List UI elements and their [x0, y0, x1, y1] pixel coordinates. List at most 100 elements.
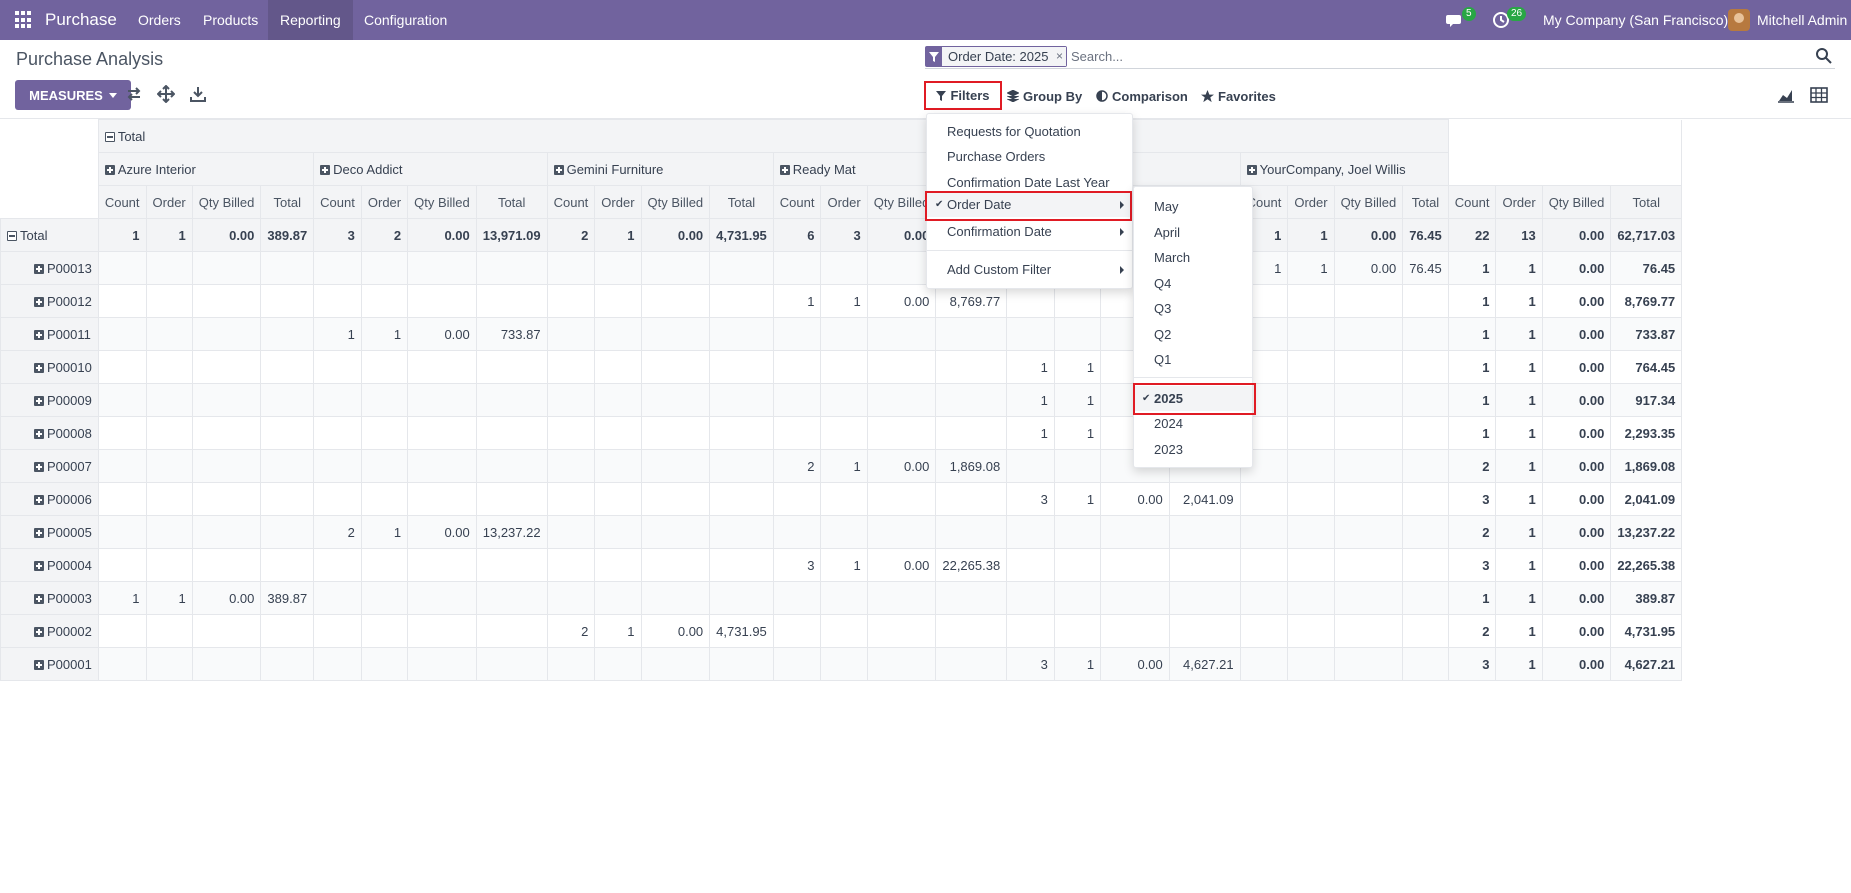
- pivot-cell[interactable]: [260, 350, 315, 384]
- pivot-measure-header[interactable]: Order: [360, 185, 409, 219]
- pivot-cell[interactable]: [709, 581, 774, 615]
- pivot-cell[interactable]: [640, 251, 711, 285]
- pivot-cell[interactable]: 3: [313, 218, 362, 252]
- pivot-cell[interactable]: [191, 416, 262, 450]
- pivot-cell[interactable]: [1333, 515, 1404, 549]
- pivot-measure-header[interactable]: Qty Billed: [1333, 185, 1404, 219]
- pivot-measure-header[interactable]: Qty Billed: [640, 185, 711, 219]
- pivot-col-vendor-header[interactable]: Gemini Furniture: [546, 152, 774, 186]
- pivot-cell[interactable]: [475, 350, 548, 384]
- pivot-cell[interactable]: 3: [1006, 647, 1055, 681]
- pivot-cell[interactable]: [935, 647, 1008, 681]
- pivot-row-header[interactable]: P00001: [0, 647, 99, 681]
- pivot-cell[interactable]: [1168, 515, 1241, 549]
- group-by-button[interactable]: Group By: [1007, 82, 1082, 110]
- pivot-cell[interactable]: [935, 482, 1008, 516]
- pivot-cell[interactable]: [97, 449, 147, 483]
- pivot-cell[interactable]: [97, 350, 147, 384]
- pivot-cell[interactable]: 1: [1447, 383, 1497, 417]
- pivot-cell[interactable]: 1: [1287, 251, 1335, 285]
- pivot-cell[interactable]: [709, 416, 774, 450]
- pivot-cell[interactable]: 1: [1053, 350, 1102, 384]
- pivot-cell[interactable]: 0.00: [407, 317, 477, 351]
- period-march[interactable]: March: [1134, 245, 1252, 270]
- pivot-cell[interactable]: [772, 383, 822, 417]
- pivot-cell[interactable]: 62,717.03: [1610, 218, 1683, 252]
- pivot-cell[interactable]: 733.87: [1610, 317, 1683, 351]
- pivot-cell[interactable]: 13,237.22: [475, 515, 548, 549]
- pivot-cell[interactable]: 0.00: [1333, 218, 1404, 252]
- pivot-cell[interactable]: [1168, 614, 1241, 648]
- pivot-cell[interactable]: [640, 449, 711, 483]
- pivot-measure-header[interactable]: Count: [772, 185, 822, 219]
- pivot-cell[interactable]: [640, 350, 711, 384]
- pivot-cell[interactable]: [360, 581, 409, 615]
- pivot-cell[interactable]: 1: [1495, 614, 1543, 648]
- pivot-cell[interactable]: 1: [1053, 482, 1102, 516]
- pivot-cell[interactable]: 0.00: [1541, 647, 1612, 681]
- menu-configuration[interactable]: Configuration: [352, 0, 459, 40]
- pivot-cell[interactable]: 0.00: [1541, 317, 1612, 351]
- pivot-cell[interactable]: [407, 449, 477, 483]
- pivot-cell[interactable]: 4,627.21: [1168, 647, 1241, 681]
- pivot-cell[interactable]: 3: [1447, 548, 1497, 582]
- pivot-measure-header[interactable]: Order: [594, 185, 642, 219]
- pivot-cell[interactable]: [1006, 614, 1055, 648]
- pivot-cell[interactable]: [594, 581, 642, 615]
- pivot-cell[interactable]: 1: [97, 581, 147, 615]
- pivot-row-header[interactable]: P00012: [0, 284, 99, 318]
- period-q2[interactable]: Q2: [1134, 322, 1252, 347]
- pivot-cell[interactable]: [1239, 515, 1289, 549]
- pivot-cell[interactable]: 1: [97, 218, 147, 252]
- pivot-cell[interactable]: [1100, 515, 1170, 549]
- search-input[interactable]: [1071, 46, 1671, 66]
- pivot-cell[interactable]: 1: [1495, 548, 1543, 582]
- pivot-cell[interactable]: 0.00: [1541, 548, 1612, 582]
- pivot-cell[interactable]: [935, 515, 1008, 549]
- pivot-cell[interactable]: 1: [1447, 251, 1497, 285]
- pivot-cell[interactable]: [1287, 383, 1335, 417]
- pivot-cell[interactable]: [640, 647, 711, 681]
- pivot-cell[interactable]: [1053, 581, 1102, 615]
- pivot-cell[interactable]: 1: [820, 284, 868, 318]
- pivot-cell[interactable]: 1: [1006, 350, 1055, 384]
- pivot-cell[interactable]: 1: [1495, 383, 1543, 417]
- pivot-row-header[interactable]: P00004: [0, 548, 99, 582]
- pivot-cell[interactable]: [1333, 383, 1404, 417]
- pivot-cell[interactable]: [772, 614, 822, 648]
- pivot-cell[interactable]: 0.00: [191, 218, 262, 252]
- pivot-cell[interactable]: [1053, 317, 1102, 351]
- pivot-cell[interactable]: 2: [313, 515, 362, 549]
- pivot-col-vendor-header[interactable]: Azure Interior: [97, 152, 315, 186]
- pivot-cell[interactable]: 0.00: [1541, 416, 1612, 450]
- pivot-cell[interactable]: [260, 548, 315, 582]
- pivot-cell[interactable]: [313, 350, 362, 384]
- pivot-cell[interactable]: [594, 416, 642, 450]
- pivot-measure-header[interactable]: Total: [475, 185, 548, 219]
- period-q1[interactable]: Q1: [1134, 347, 1252, 372]
- pivot-row-header[interactable]: P00010: [0, 350, 99, 384]
- pivot-cell[interactable]: [1402, 284, 1449, 318]
- pivot-cell[interactable]: 1: [1053, 383, 1102, 417]
- pivot-cell[interactable]: 3: [1006, 482, 1055, 516]
- pivot-cell[interactable]: [1168, 548, 1241, 582]
- pivot-cell[interactable]: 3: [820, 218, 868, 252]
- pivot-measure-header[interactable]: Order: [1287, 185, 1335, 219]
- pivot-cell[interactable]: 2: [1447, 614, 1497, 648]
- pivot-cell[interactable]: [594, 515, 642, 549]
- pivot-cell[interactable]: [360, 614, 409, 648]
- pivot-cell[interactable]: [594, 548, 642, 582]
- pivot-cell[interactable]: [191, 383, 262, 417]
- pivot-cell[interactable]: [709, 251, 774, 285]
- pivot-cell[interactable]: 4,731.95: [1610, 614, 1683, 648]
- search-icon[interactable]: [1815, 47, 1833, 65]
- pivot-cell[interactable]: [546, 548, 596, 582]
- pivot-cell[interactable]: 0.00: [1100, 647, 1170, 681]
- pivot-cell[interactable]: 1: [145, 581, 193, 615]
- facet-remove-button[interactable]: ×: [1052, 47, 1067, 66]
- pivot-cell[interactable]: 0.00: [640, 614, 711, 648]
- pivot-cell[interactable]: [1239, 482, 1289, 516]
- pivot-cell[interactable]: [1006, 581, 1055, 615]
- pivot-cell[interactable]: 1: [1495, 449, 1543, 483]
- pivot-cell[interactable]: [709, 548, 774, 582]
